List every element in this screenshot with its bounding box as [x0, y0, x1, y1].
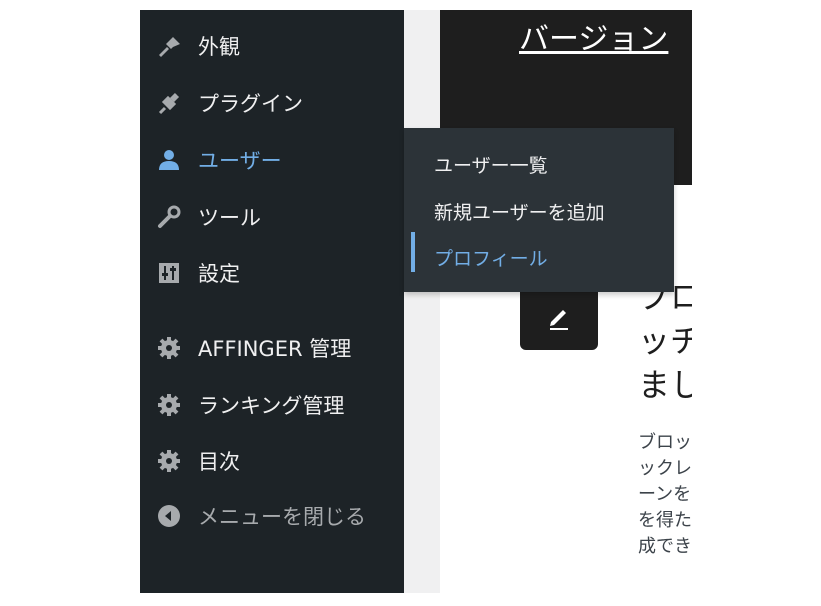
menu-item-plugins[interactable]: プラグイン	[140, 83, 404, 123]
gear-icon	[154, 390, 184, 420]
banner-title[interactable]: バージョン	[519, 14, 668, 58]
body-line: を得た	[638, 510, 692, 531]
menu-label: プラグイン	[198, 92, 303, 116]
submenu-item-profile[interactable]: プロフィール	[434, 244, 548, 271]
body-line: 成でき	[638, 536, 692, 557]
plugin-icon	[154, 88, 184, 118]
admin-sidebar: 外観 プラグイン ユーザー ツール 設定 AFFINGER 管理 ランキング管理…	[140, 10, 404, 593]
heading-line: まし	[638, 366, 692, 404]
menu-label: ツール	[198, 206, 261, 230]
current-item-indicator	[411, 232, 415, 272]
settings-sliders-icon	[154, 258, 184, 288]
wrench-icon	[154, 202, 184, 232]
body-line: ブロッ	[638, 432, 692, 453]
user-icon	[154, 145, 184, 175]
menu-item-ranking[interactable]: ランキング管理	[140, 385, 404, 425]
menu-item-tools[interactable]: ツール	[140, 197, 404, 237]
menu-label: 設定	[198, 262, 240, 286]
submenu-item-add-new-user[interactable]: 新規ユーザーを追加	[434, 198, 605, 225]
main-content: バージョン プロ ッチ まし ブロッ ックレ ーンを を得た 成でき	[440, 10, 692, 593]
body-line: ーンを	[638, 484, 692, 505]
heading-line: ッチ	[638, 322, 692, 360]
body-line: ックレ	[638, 458, 692, 479]
menu-item-appearance[interactable]: 外観	[140, 26, 404, 66]
edit-block	[520, 288, 598, 350]
menu-label: AFFINGER 管理	[198, 337, 352, 361]
paintbrush-icon	[154, 31, 184, 61]
menu-label: 目次	[198, 450, 240, 474]
menu-label: ユーザー	[198, 149, 282, 173]
gear-icon	[154, 333, 184, 363]
submenu-item-all-users[interactable]: ユーザー一覧	[434, 151, 548, 178]
menu-label: ランキング管理	[198, 394, 345, 418]
menu-item-settings[interactable]: 設定	[140, 253, 404, 293]
menu-label: 外観	[198, 35, 240, 59]
menu-label: メニューを閉じる	[198, 505, 366, 529]
menu-item-toc[interactable]: 目次	[140, 441, 404, 481]
collapse-menu-button[interactable]: メニューを閉じる	[140, 496, 404, 536]
collapse-arrow-icon	[154, 501, 184, 531]
content-gutter	[404, 10, 440, 593]
menu-item-affinger[interactable]: AFFINGER 管理	[140, 328, 404, 368]
users-submenu: ユーザー一覧 新規ユーザーを追加 プロフィール	[404, 128, 674, 292]
menu-item-users[interactable]: ユーザー	[140, 140, 404, 180]
pencil-icon	[544, 302, 574, 336]
gear-icon	[154, 446, 184, 476]
